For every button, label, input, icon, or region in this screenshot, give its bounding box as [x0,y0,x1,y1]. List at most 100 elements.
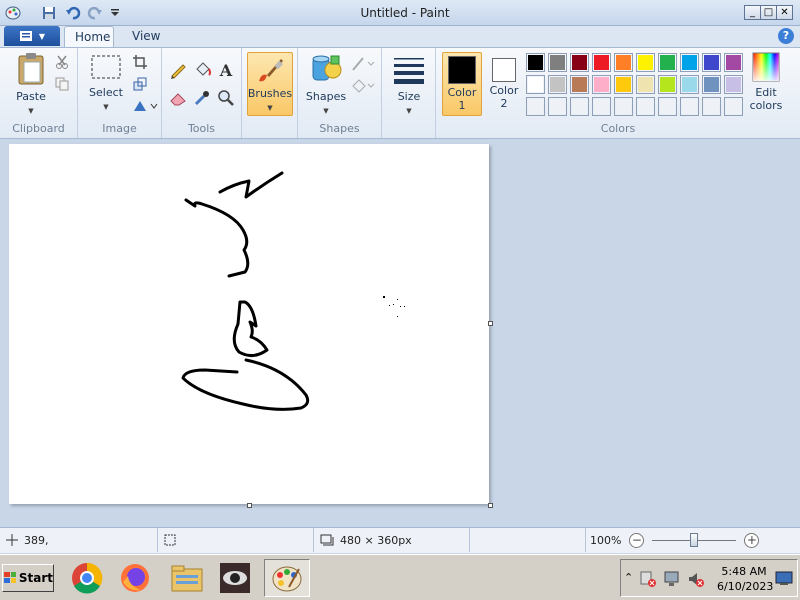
canvas-resize-handle-bottom[interactable] [247,503,252,508]
color-picker-icon[interactable] [192,88,212,108]
tab-view[interactable]: View [122,26,168,48]
resize-icon[interactable] [130,74,150,94]
show-desktop-icon[interactable] [775,570,793,589]
zoom-in-button[interactable]: + [744,532,760,548]
shapes-label: Shapes [319,122,360,135]
paint-taskbar-button[interactable] [264,559,310,597]
brush-icon [259,59,283,82]
palette-empty-swatch[interactable] [724,97,743,116]
firefox-icon[interactable] [116,559,154,597]
shapes-icon [312,55,342,81]
palette-empty-swatch[interactable] [614,97,633,116]
paste-button[interactable]: Paste ▼ [10,52,52,118]
start-button[interactable]: Start [2,564,54,592]
palette-swatch[interactable] [548,53,567,72]
palette-empty-swatch[interactable] [592,97,611,116]
size-button[interactable]: Size ▼ [388,52,430,118]
zoom-out-button[interactable]: − [629,532,645,548]
eraser-icon[interactable] [168,88,188,108]
stroke-curve [184,198,250,278]
palette-swatch[interactable] [526,53,545,72]
palette-empty-swatch[interactable] [548,97,567,116]
stroke-top [218,171,284,199]
dot-cluster [383,296,405,317]
palette-swatch[interactable] [526,75,545,94]
palette-swatch[interactable] [702,53,721,72]
color1-button[interactable]: Color 1 [442,52,482,116]
color2-swatch [492,58,516,82]
pencil-icon[interactable] [168,60,188,80]
fill-bucket-icon[interactable] [192,60,212,80]
select-button[interactable]: Select ▼ [86,52,126,114]
file-explorer-icon[interactable] [168,559,206,597]
taskbar: Start ⌃ 5:48 AM 6/10/2023 [0,554,800,600]
crop-icon[interactable] [130,52,150,72]
chrome-icon[interactable] [68,559,106,597]
file-menu-button[interactable]: ▼ [4,26,60,46]
text-tool-icon[interactable]: A [216,60,236,80]
palette-swatch[interactable] [636,75,655,94]
drawing-canvas[interactable] [9,144,489,504]
palette-empty-swatch[interactable] [636,97,655,116]
magnifier-icon[interactable] [216,88,236,108]
copy-icon[interactable] [52,74,72,94]
palette-swatch[interactable] [614,53,633,72]
palette-empty-swatch[interactable] [702,97,721,116]
volume-muted-icon[interactable] [687,570,705,591]
help-button[interactable]: ? [778,28,794,44]
palette-swatch[interactable] [592,75,611,94]
palette-empty-swatch[interactable] [570,97,589,116]
fill-icon[interactable] [350,76,376,96]
palette-swatch[interactable] [570,53,589,72]
tools-label: Tools [187,122,216,135]
palette-swatch[interactable] [614,75,633,94]
palette-empty-swatch[interactable] [526,97,545,116]
clipboard-label: Clipboard [12,122,65,135]
outline-icon[interactable] [350,54,376,74]
ribbon: Paste ▼ Clipboard Select ▼ Image A Tools… [0,47,800,139]
palette-swatch[interactable] [680,75,699,94]
show-hidden-icons[interactable]: ⌃ [624,571,633,584]
edit-colors-button[interactable]: Edit colors [746,52,786,112]
palette-swatch[interactable] [724,53,743,72]
palette-empty-swatch[interactable] [658,97,677,116]
clock[interactable]: 5:48 AM 6/10/2023 [717,564,774,594]
brushes-button[interactable]: Brushes ▼ [247,52,293,116]
cut-icon[interactable] [52,52,72,72]
computer-icon[interactable] [663,570,681,591]
brushes-group: Brushes ▼ [242,48,298,138]
color1-label: Color 1 [447,86,477,112]
paste-icon [18,53,44,85]
palette-swatch[interactable] [548,75,567,94]
palette-swatch[interactable] [592,53,611,72]
close-button[interactable]: ✕ [776,5,793,20]
rotate-icon[interactable] [130,96,160,116]
palette-swatch[interactable] [702,75,721,94]
colors-label: Colors [600,122,636,135]
palette-swatch[interactable] [570,75,589,94]
palette-empty-swatch[interactable] [680,97,699,116]
clock-time: 5:48 AM [721,565,767,578]
palette-swatch[interactable] [658,53,677,72]
palette-swatch[interactable] [680,53,699,72]
minimize-button[interactable]: _ [744,5,761,20]
maximize-button[interactable]: □ [760,5,777,20]
clock-date: 6/10/2023 [717,580,774,593]
palette-swatch[interactable] [658,75,677,94]
drawing [181,171,405,411]
color2-button[interactable]: Color 2 [484,52,524,116]
colors-group: Color 1 Color 2 Edit colors Colors [436,48,800,138]
clipboard-group: Paste ▼ Clipboard [0,48,78,138]
eye-app-icon[interactable] [216,559,254,597]
canvas-resize-handle-corner[interactable] [488,503,493,508]
color-spectrum-icon [752,52,780,82]
network-warning-icon[interactable] [639,570,657,591]
tab-home[interactable]: Home [64,26,114,48]
zoom-slider[interactable] [652,532,737,547]
canvas-resize-handle-right[interactable] [488,321,493,326]
zoom-slider-thumb[interactable] [690,532,699,547]
palette-swatch[interactable] [724,75,743,94]
palette-swatch[interactable] [636,53,655,72]
shapes-button[interactable]: Shapes ▼ [302,52,350,118]
size-group: Size ▼ [382,48,436,138]
